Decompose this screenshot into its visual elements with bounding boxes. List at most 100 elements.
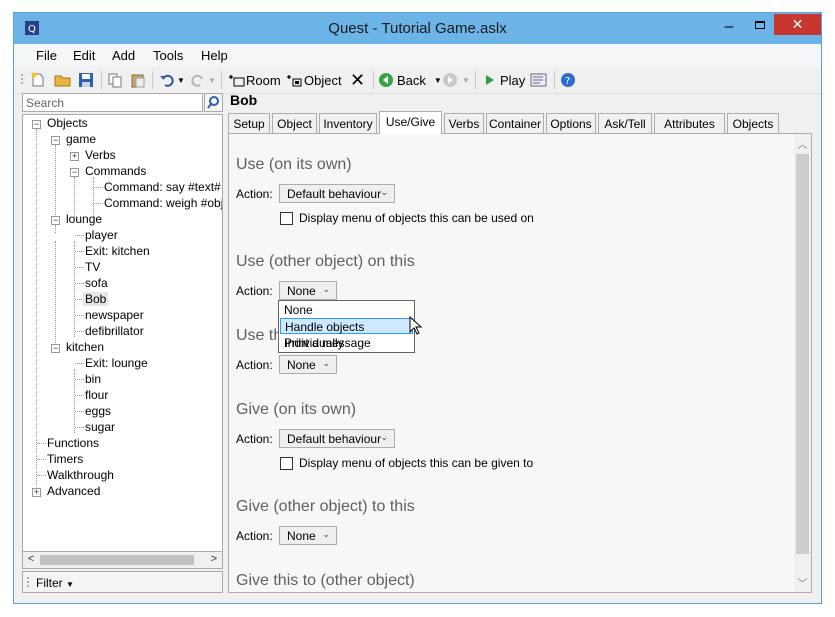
tree-node-exit-kitchen[interactable]: Exit: kitchen: [85, 244, 150, 258]
delete-button[interactable]: ✕: [350, 70, 365, 90]
tree-node-player[interactable]: player: [85, 228, 118, 242]
minimize-button[interactable]: –: [714, 18, 744, 40]
collapse-icon[interactable]: −: [51, 216, 60, 225]
tree-node-timers[interactable]: Timers: [47, 452, 83, 466]
tree-line: [94, 203, 103, 204]
tab-objects[interactable]: Objects: [727, 113, 779, 134]
tree-line: [55, 225, 56, 233]
tree-node-lounge[interactable]: lounge: [66, 212, 102, 226]
filter-bar: Filter ▼: [22, 571, 223, 593]
dropdown-option-handle-individually[interactable]: Handle objects individually: [280, 318, 413, 350]
tree-node-command-weigh[interactable]: Command: weigh #object#: [104, 196, 222, 210]
scroll-up-icon[interactable]: ︿: [794, 136, 811, 153]
expand-icon[interactable]: +: [70, 152, 79, 161]
redo-button[interactable]: ▼: [190, 70, 216, 90]
tab-use-give[interactable]: Use/Give: [379, 111, 442, 134]
tree-node-sofa[interactable]: sofa: [85, 276, 108, 290]
use-own-menu-checkbox[interactable]: [280, 212, 293, 225]
copy-button[interactable]: [107, 70, 123, 90]
scroll-right-icon[interactable]: >: [207, 553, 221, 567]
editor-vertical-scrollbar[interactable]: ︿ ﹀: [794, 134, 811, 592]
tab-setup[interactable]: Setup: [228, 113, 270, 134]
close-button[interactable]: ✕: [774, 14, 821, 35]
use-other-action-dropdown[interactable]: None ⌄: [279, 281, 337, 300]
back-button[interactable]: Back ▼: [378, 70, 442, 90]
collapse-icon[interactable]: −: [51, 136, 60, 145]
tree-node-walkthrough[interactable]: Walkthrough: [47, 468, 114, 482]
tree-node-bob[interactable]: Bob: [83, 292, 109, 306]
tree-node-kitchen[interactable]: kitchen: [66, 340, 104, 354]
tree-line: [75, 379, 84, 380]
tree-node-functions[interactable]: Functions: [47, 436, 99, 450]
help-button[interactable]: ?: [560, 70, 576, 90]
tree-node-commands[interactable]: Commands: [85, 164, 146, 178]
tab-verbs[interactable]: Verbs: [444, 113, 484, 134]
tree-node-newspaper[interactable]: newspaper: [85, 308, 144, 322]
use-own-action-dropdown[interactable]: Default behaviour ⌄: [279, 184, 395, 203]
give-own-menu-checkbox[interactable]: [280, 457, 293, 470]
forward-button[interactable]: ▼: [442, 70, 470, 90]
tree-node-eggs[interactable]: eggs: [85, 404, 111, 418]
tree-node-command-say[interactable]: Command: say #text#: [104, 180, 221, 194]
tree-node-exit-lounge[interactable]: Exit: lounge: [85, 356, 148, 370]
collapse-icon[interactable]: −: [70, 168, 79, 177]
scroll-thumb[interactable]: [40, 555, 194, 565]
search-button[interactable]: [204, 93, 223, 112]
play-button[interactable]: Play: [484, 70, 525, 90]
save-button[interactable]: [78, 70, 94, 90]
menu-edit[interactable]: Edit: [73, 48, 95, 63]
tree-node-sugar[interactable]: sugar: [85, 420, 115, 434]
chevron-down-icon: ⌄: [322, 358, 330, 368]
tree-line: [94, 187, 103, 188]
tree-node-flour[interactable]: flour: [85, 388, 108, 402]
scroll-down-icon[interactable]: ﹀: [794, 575, 811, 592]
add-object-button[interactable]: Object: [286, 70, 342, 90]
maximize-button[interactable]: [747, 15, 773, 37]
tree-horizontal-scrollbar[interactable]: < >: [22, 552, 223, 569]
filter-dropdown[interactable]: Filter ▼: [36, 576, 74, 590]
code-view-button[interactable]: [530, 70, 548, 90]
menu-tools[interactable]: Tools: [153, 48, 183, 63]
add-room-button[interactable]: Room: [228, 70, 281, 90]
open-button[interactable]: [54, 70, 72, 90]
tab-container[interactable]: Container: [486, 113, 544, 134]
tab-options[interactable]: Options: [546, 113, 596, 134]
menu-help[interactable]: Help: [201, 48, 228, 63]
tree-line: [55, 241, 56, 353]
tab-object[interactable]: Object: [272, 113, 317, 134]
tree-node-advanced[interactable]: Advanced: [47, 484, 100, 498]
give-own-action-dropdown[interactable]: Default behaviour ⌄: [279, 429, 395, 448]
scroll-thumb[interactable]: [796, 154, 809, 554]
add-room-label: Room: [246, 72, 281, 88]
expand-icon[interactable]: +: [32, 488, 41, 497]
add-room-icon: [229, 75, 245, 87]
dropdown-option-print-message[interactable]: Print a message: [280, 335, 413, 351]
paste-button[interactable]: [130, 70, 146, 90]
tab-ask-tell[interactable]: Ask/Tell: [598, 113, 652, 134]
use-own-menu-label: Display menu of objects this can be used…: [299, 211, 534, 225]
undo-button[interactable]: ▼: [159, 70, 185, 90]
collapse-icon[interactable]: −: [32, 120, 41, 129]
give-other-action-dropdown[interactable]: None ⌄: [279, 526, 337, 545]
chevron-down-icon: ▼: [177, 75, 185, 85]
scroll-left-icon[interactable]: <: [24, 553, 38, 567]
new-button[interactable]: [30, 70, 46, 90]
tab-inventory[interactable]: Inventory: [319, 113, 377, 134]
collapse-icon[interactable]: −: [51, 344, 60, 353]
tree-node-verbs[interactable]: Verbs: [85, 148, 116, 162]
tree-node-tv[interactable]: TV: [85, 260, 100, 274]
use-this-action-dropdown[interactable]: None ⌄: [279, 355, 337, 374]
dropdown-option-none[interactable]: None: [280, 302, 413, 318]
menu-add[interactable]: Add: [112, 48, 135, 63]
tree-node-game[interactable]: game: [66, 132, 96, 146]
search-input[interactable]: Search: [22, 93, 203, 112]
tab-attributes[interactable]: Attributes: [654, 113, 725, 134]
toolbar-separator: [475, 71, 476, 89]
tree-node-defibrillator[interactable]: defibrillator: [85, 324, 144, 338]
tree-line: [75, 267, 84, 268]
tree-node-objects[interactable]: Objects: [47, 116, 88, 130]
window-title: Quest - Tutorial Game.aslx: [328, 20, 507, 37]
menu-file[interactable]: File: [36, 48, 57, 63]
filter-label: Filter: [36, 576, 63, 590]
tree-node-bin[interactable]: bin: [85, 372, 101, 386]
